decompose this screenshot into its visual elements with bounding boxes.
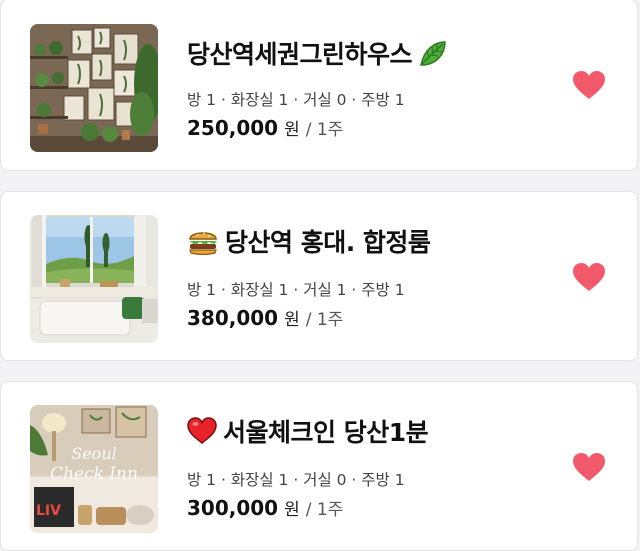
price-amount: 300,000: [187, 496, 279, 520]
price-currency: 원: [284, 500, 300, 520]
listing-list: 당산역세권그린하우스 방 1 · 화장실 1 · 거실 0 · 주방 1 250…: [0, 0, 640, 551]
price-amount: 380,000: [187, 306, 279, 330]
price-currency: 원: [284, 120, 300, 140]
favorite-button[interactable]: [572, 452, 606, 482]
leaf-icon: [418, 38, 448, 68]
room-details: 방 1 · 화장실 1 · 거실 0 · 주방 1: [187, 471, 405, 489]
listing-title-text: 서울체크인 당산1분: [223, 418, 429, 447]
listing-card[interactable]: LIV Seoul Check Inn 서울체크인 당산1분 방 1 · 화장실…: [0, 381, 638, 551]
listing-card[interactable]: 당산역 홍대. 합정룸 방 1 · 화장실 1 · 거실 1 · 주방 1 38…: [0, 191, 638, 361]
listing-card[interactable]: 당산역세권그린하우스 방 1 · 화장실 1 · 거실 0 · 주방 1 250…: [0, 0, 638, 171]
listing-title[interactable]: 당산역세권그린하우스: [187, 36, 448, 70]
heart-icon: [573, 71, 605, 99]
price-period: / 1주: [305, 310, 344, 330]
listing-thumbnail[interactable]: [30, 215, 158, 343]
red-heart-icon: [187, 417, 217, 445]
check-inn-room-photo: LIV Seoul Check Inn: [30, 405, 158, 533]
favorite-button[interactable]: [572, 70, 606, 100]
thumbnail-overlay-text: Seoul: [71, 444, 116, 463]
price-amount: 250,000: [187, 116, 279, 140]
burger-icon: [187, 226, 219, 256]
listing-title[interactable]: 서울체크인 당산1분: [187, 414, 429, 448]
listing-price: 250,000 원 / 1주: [187, 115, 343, 140]
listing-thumbnail[interactable]: LIV Seoul Check Inn: [30, 405, 158, 533]
price-period: / 1주: [305, 500, 344, 520]
price-period: / 1주: [305, 120, 344, 140]
plant-room-photo: [30, 24, 158, 152]
listing-price: 380,000 원 / 1주: [187, 305, 343, 330]
room-details: 방 1 · 화장실 1 · 거실 0 · 주방 1: [187, 91, 405, 109]
room-details: 방 1 · 화장실 1 · 거실 1 · 주방 1: [187, 281, 405, 299]
listing-title-text: 당산역 홍대. 합정룸: [225, 228, 431, 257]
price-currency: 원: [284, 310, 300, 330]
svg-text:LIV: LIV: [36, 503, 61, 519]
heart-icon: [573, 263, 605, 291]
listing-thumbnail[interactable]: [30, 24, 158, 152]
svg-text:Check Inn: Check Inn: [50, 464, 138, 484]
window-view-room-photo: [30, 215, 158, 343]
listing-price: 300,000 원 / 1주: [187, 495, 343, 520]
heart-icon: [573, 453, 605, 481]
listing-title-text: 당산역세권그린하우스: [187, 40, 413, 69]
favorite-button[interactable]: [572, 262, 606, 292]
listing-title[interactable]: 당산역 홍대. 합정룸: [187, 224, 431, 258]
